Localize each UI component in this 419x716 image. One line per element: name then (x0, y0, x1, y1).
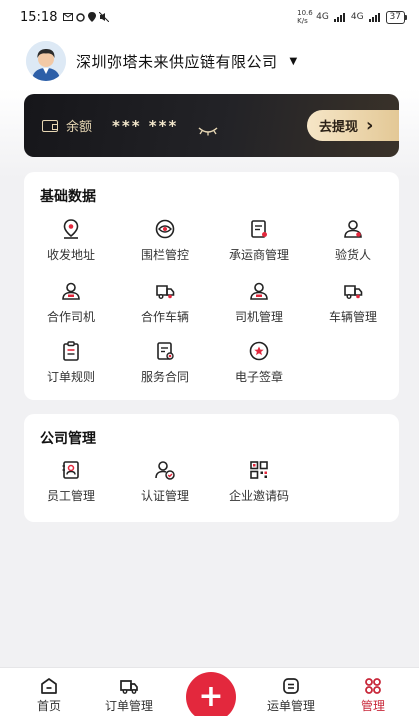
eye-closed-icon[interactable] (198, 121, 218, 135)
grid-item-label: 承运商管理 (228, 248, 289, 262)
grid-item-order-rules[interactable]: 订单规则 (24, 340, 118, 385)
wallet-icon (42, 119, 58, 132)
contract-icon (157, 342, 174, 360)
tab-label: 运单管理 (266, 699, 315, 713)
company-name[interactable]: 深圳弥塔未来供应链有限公司 (76, 51, 278, 72)
settings-icon (76, 12, 86, 22)
driver-icon (62, 282, 80, 300)
add-button[interactable]: + (186, 672, 236, 716)
balance-card: 余额 *** *** 去提现 › (24, 94, 399, 157)
grid-item-vehicle-manage[interactable]: 车辆管理 (306, 280, 400, 325)
grid-item-label: 合作车辆 (140, 310, 189, 324)
manage-grid-icon (365, 678, 381, 694)
tab-label: 管理 (360, 699, 385, 713)
location-pin-icon (63, 219, 79, 239)
seal-star-icon (249, 341, 269, 361)
grid-item-employee[interactable]: 员工管理 (24, 459, 118, 504)
grid-item-address[interactable]: 收发地址 (24, 218, 118, 263)
basic-data-card: 基础数据 收发地址 围栏管控 承运商管理 验货人 合作司机 合作车辆 司机管理 … (24, 172, 399, 400)
withdraw-label: 去提现 (319, 120, 359, 135)
grid-item-label: 企业邀请码 (228, 489, 289, 503)
grid-item-inspector[interactable]: 验货人 (306, 218, 400, 263)
order-truck-icon (120, 680, 138, 694)
location-icon (88, 12, 97, 22)
tab-orders[interactable]: 订单管理 (89, 676, 169, 714)
section-title: 基础数据 (40, 189, 96, 205)
inspector-person-icon (344, 220, 362, 238)
grid-item-label: 认证管理 (140, 489, 189, 503)
signal-icon (333, 12, 345, 22)
mail-icon (63, 13, 74, 21)
status-time: 15:18 (20, 9, 58, 25)
company-mgmt-card: 公司管理 员工管理 认证管理 企业邀请码 (24, 414, 399, 522)
tab-waybills[interactable]: 运单管理 (251, 676, 331, 714)
status-bar: 15:18 10.6 K/s 4G 4G 37 (0, 0, 419, 34)
battery-icon: 37 (385, 10, 408, 24)
grid-item-label: 验货人 (334, 248, 371, 262)
balance-label: 余额 (66, 120, 93, 135)
chevron-right-icon: › (366, 114, 374, 136)
grid-item-label: 围栏管控 (140, 248, 189, 262)
home-icon (41, 678, 57, 694)
avatar-person-icon (26, 41, 66, 81)
grid-item-certification[interactable]: 认证管理 (118, 459, 212, 504)
tab-label: 订单管理 (104, 699, 153, 713)
carrier-doc-icon (251, 220, 267, 238)
grid-item-label: 车辆管理 (328, 310, 377, 324)
grid-item-driver-manage[interactable]: 司机管理 (212, 280, 306, 325)
status-notification-icons (63, 12, 110, 22)
tab-manage[interactable]: 管理 (333, 676, 413, 714)
truck-icon (156, 285, 175, 299)
grid-item-label: 员工管理 (46, 489, 95, 503)
grid-item-service-contract[interactable]: 服务合同 (118, 340, 212, 385)
grid-item-label: 司机管理 (234, 310, 283, 324)
grid-item-label: 收发地址 (46, 248, 95, 262)
grid-item-invite-code[interactable]: 企业邀请码 (212, 459, 306, 504)
network-speed: 10.6 K/s (297, 9, 313, 25)
grid-item-label: 服务合同 (140, 370, 189, 384)
grid-item-label: 订单规则 (46, 370, 95, 384)
grid-item-partner-driver[interactable]: 合作司机 (24, 280, 118, 325)
company-header[interactable]: 深圳弥塔未来供应链有限公司 ▼ (0, 34, 419, 88)
vehicle-manage-icon (344, 285, 363, 299)
withdraw-button[interactable]: 去提现 › (307, 110, 399, 141)
grid-item-fence[interactable]: 围栏管控 (118, 218, 212, 263)
balance-amount: *** *** (112, 116, 179, 135)
signal-1: 4G (316, 12, 329, 22)
employee-card-icon (62, 461, 79, 479)
tab-home[interactable]: 首页 (9, 676, 89, 714)
clipboard-icon (63, 341, 79, 361)
qr-code-icon (250, 461, 268, 479)
section-title: 公司管理 (40, 431, 96, 447)
grid-item-carrier[interactable]: 承运商管理 (212, 218, 306, 263)
driver-manage-icon (250, 282, 268, 300)
fence-eye-icon (155, 219, 175, 239)
certification-icon (155, 461, 175, 480)
waybill-icon (283, 678, 299, 694)
grid-item-partner-vehicle[interactable]: 合作车辆 (118, 280, 212, 325)
grid-item-e-seal[interactable]: 电子签章 (212, 340, 306, 385)
avatar[interactable] (26, 41, 66, 81)
grid-item-label: 电子签章 (234, 370, 283, 384)
caret-down-icon[interactable]: ▼ (290, 56, 298, 67)
mute-icon (99, 12, 110, 22)
grid-item-label: 合作司机 (46, 310, 95, 324)
signal-icon-2 (368, 12, 380, 22)
tab-label: 首页 (36, 699, 61, 713)
signal-2: 4G (350, 12, 364, 22)
